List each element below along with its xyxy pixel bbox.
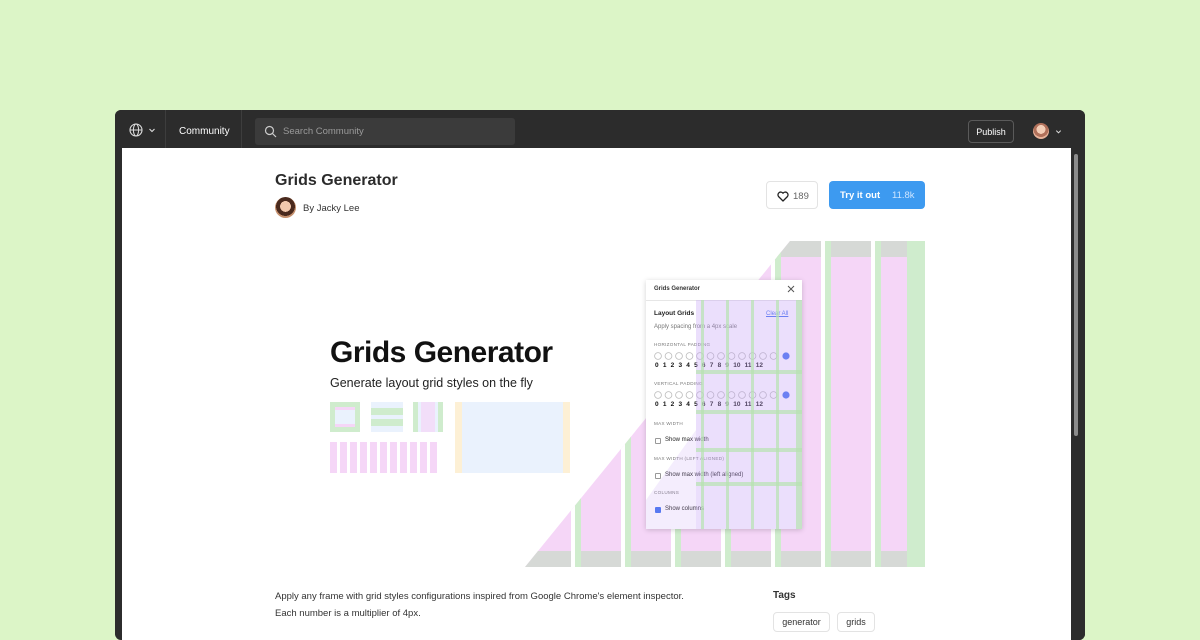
search-field[interactable]: Search Community xyxy=(255,118,515,145)
hero-subtitle: Generate layout grid styles on the fly xyxy=(330,376,533,390)
divider xyxy=(241,110,242,148)
author-avatar[interactable] xyxy=(275,197,296,218)
hero-title: Grids Generator xyxy=(330,336,553,369)
search-icon xyxy=(264,125,277,138)
author-name[interactable]: By Jacky Lee xyxy=(303,203,360,214)
chevron-down-icon[interactable] xyxy=(148,126,156,134)
plugin-panel-preview: Grids Generator Layout Grids Clear All A… xyxy=(646,280,802,529)
tag-generator[interactable]: generator xyxy=(773,612,830,632)
like-button[interactable]: 189 xyxy=(766,181,818,209)
browser-window: Community Search Community Publish Grids… xyxy=(115,110,1085,640)
like-count: 189 xyxy=(793,191,809,202)
try-it-out-label: Try it out xyxy=(840,190,881,201)
globe-icon[interactable] xyxy=(129,123,143,137)
heart-icon xyxy=(777,191,789,202)
search-input[interactable]: Search Community xyxy=(283,126,364,137)
tag-grids[interactable]: grids xyxy=(837,612,875,632)
chevron-down-icon[interactable] xyxy=(1055,128,1062,135)
plugin-page: Grids Generator By Jacky Lee 189 Try it … xyxy=(122,148,1071,640)
scrollbar-thumb[interactable] xyxy=(1074,154,1078,436)
user-avatar[interactable] xyxy=(1033,123,1049,139)
cover-image: Grids Generator Generate layout grid sty… xyxy=(275,241,925,567)
tags-heading: Tags xyxy=(773,590,796,601)
plugin-description: Apply any frame with grid styles configu… xyxy=(275,591,684,619)
publish-button[interactable]: Publish xyxy=(968,120,1014,143)
community-link[interactable]: Community xyxy=(179,126,230,137)
try-it-out-button[interactable]: Try it out 11.8k xyxy=(829,181,925,209)
plugin-title: Grids Generator xyxy=(275,172,398,189)
grid-overlay xyxy=(646,300,802,529)
usage-count: 11.8k xyxy=(892,190,915,201)
grid-illustration-icons xyxy=(330,402,570,473)
divider xyxy=(165,110,166,148)
top-navigation-bar: Community Search Community Publish xyxy=(115,110,1085,148)
